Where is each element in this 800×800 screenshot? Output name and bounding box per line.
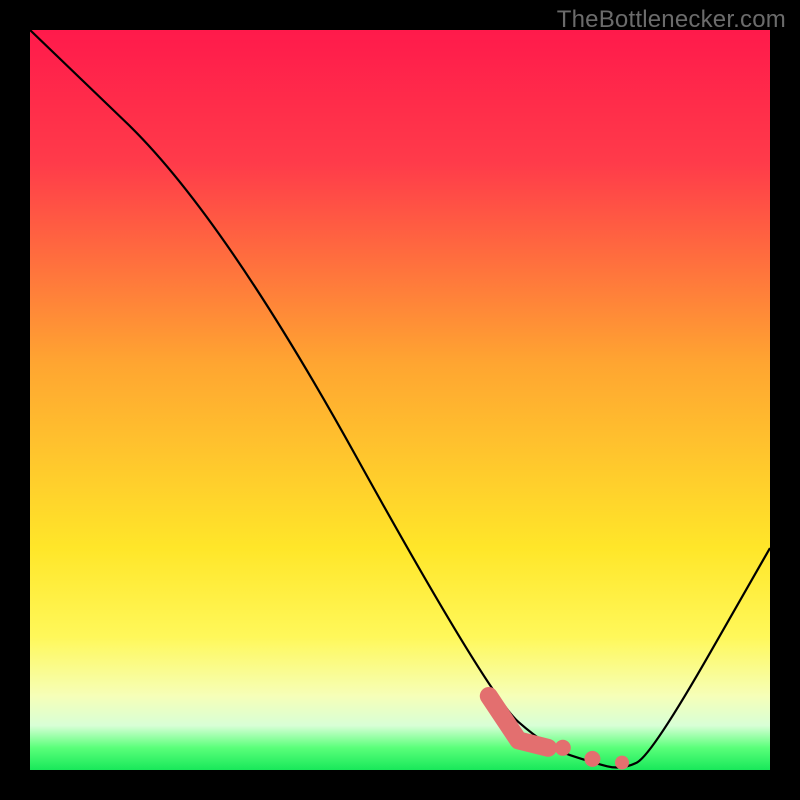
bottleneck-chart xyxy=(30,30,770,770)
watermark-text: TheBottlenecker.com xyxy=(557,6,786,34)
gradient-background xyxy=(30,30,770,770)
chart-container: TheBottlenecker.com xyxy=(0,0,800,800)
